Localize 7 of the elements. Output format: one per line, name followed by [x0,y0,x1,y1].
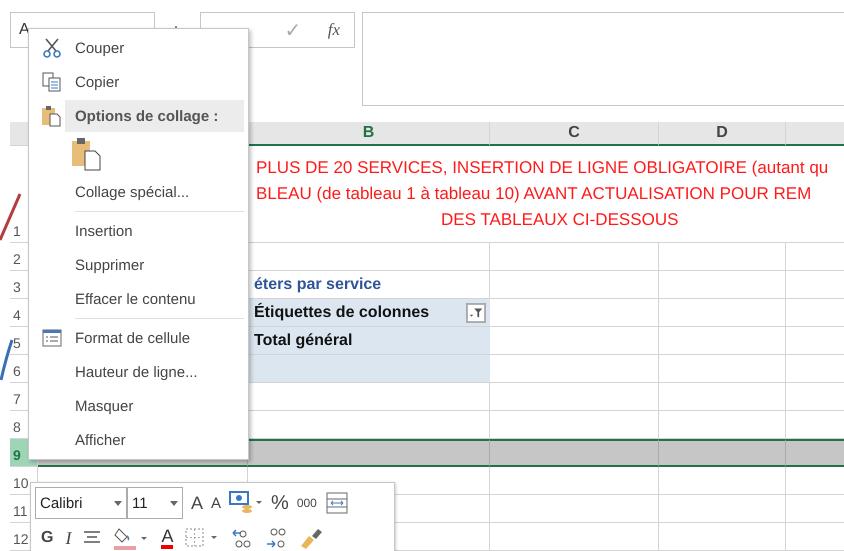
cell-text: PLUS DE 20 SERVICES, INSERTION DE LIGNE OBLIGATOIRE (autant qu [255,158,830,178]
cell-text: éters par service [254,276,382,294]
menu-section-header: Options de collage : [65,100,244,132]
cell-text: BLEAU (de tableau 1 à tableau 10) AVANT ACTUALISATION POUR REM [255,184,812,204]
cell-text: Total général [254,332,352,350]
cell-text: DES TABLEAUX CI-DESSOUS [440,210,678,230]
cell-text: Étiquettes de colonnes [254,304,430,322]
